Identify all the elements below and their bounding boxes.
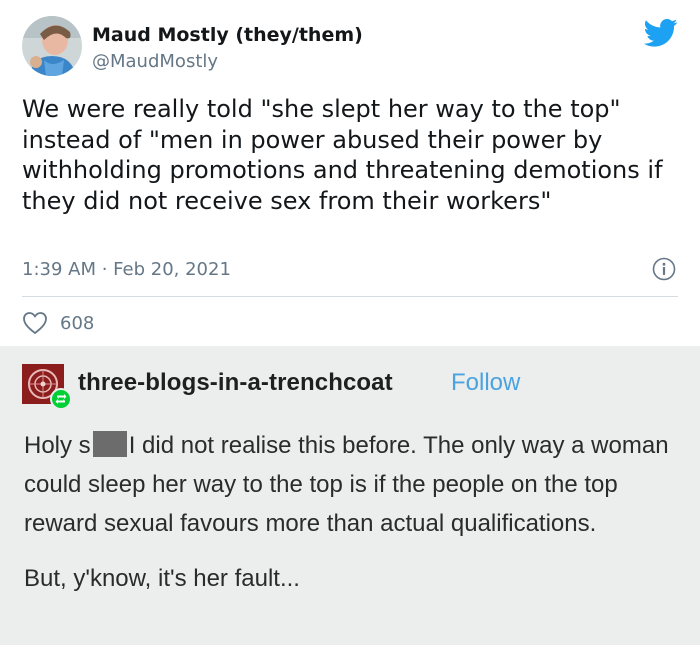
user-handle[interactable]: @MaudMostly xyxy=(92,51,218,72)
censor-block xyxy=(92,431,127,457)
post-paragraph: Holy sI did not realise this before. The… xyxy=(24,426,684,543)
tweet-card: Maud Mostly (they/them) @MaudMostly We w… xyxy=(0,0,700,346)
like-button[interactable]: 608 xyxy=(22,308,94,338)
info-icon[interactable] xyxy=(652,257,676,281)
blog-username[interactable]: three-blogs-in-a-trenchcoat xyxy=(78,369,393,397)
follow-button[interactable]: Follow xyxy=(451,369,520,397)
like-count: 608 xyxy=(60,312,95,334)
tweet-timestamp[interactable]: 1:39 AM · Feb 20, 2021 xyxy=(22,259,231,280)
tweet-text: We were really told "she slept her way t… xyxy=(22,95,663,215)
post-paragraph: But, y'know, it's her fault... xyxy=(24,565,300,592)
display-name[interactable]: Maud Mostly (they/them) xyxy=(92,24,363,46)
twitter-bird-icon[interactable] xyxy=(644,18,678,48)
avatar[interactable] xyxy=(22,16,82,76)
tumblr-post: three-blogs-in-a-trenchcoat Follow Holy … xyxy=(0,346,700,645)
divider xyxy=(22,296,678,297)
avatar-image xyxy=(22,16,82,76)
heart-icon xyxy=(23,312,47,335)
post-text-prefix: Holy s xyxy=(24,432,91,459)
post-body: Holy sI did not realise this before. The… xyxy=(24,426,684,598)
reblog-icon xyxy=(50,388,72,410)
